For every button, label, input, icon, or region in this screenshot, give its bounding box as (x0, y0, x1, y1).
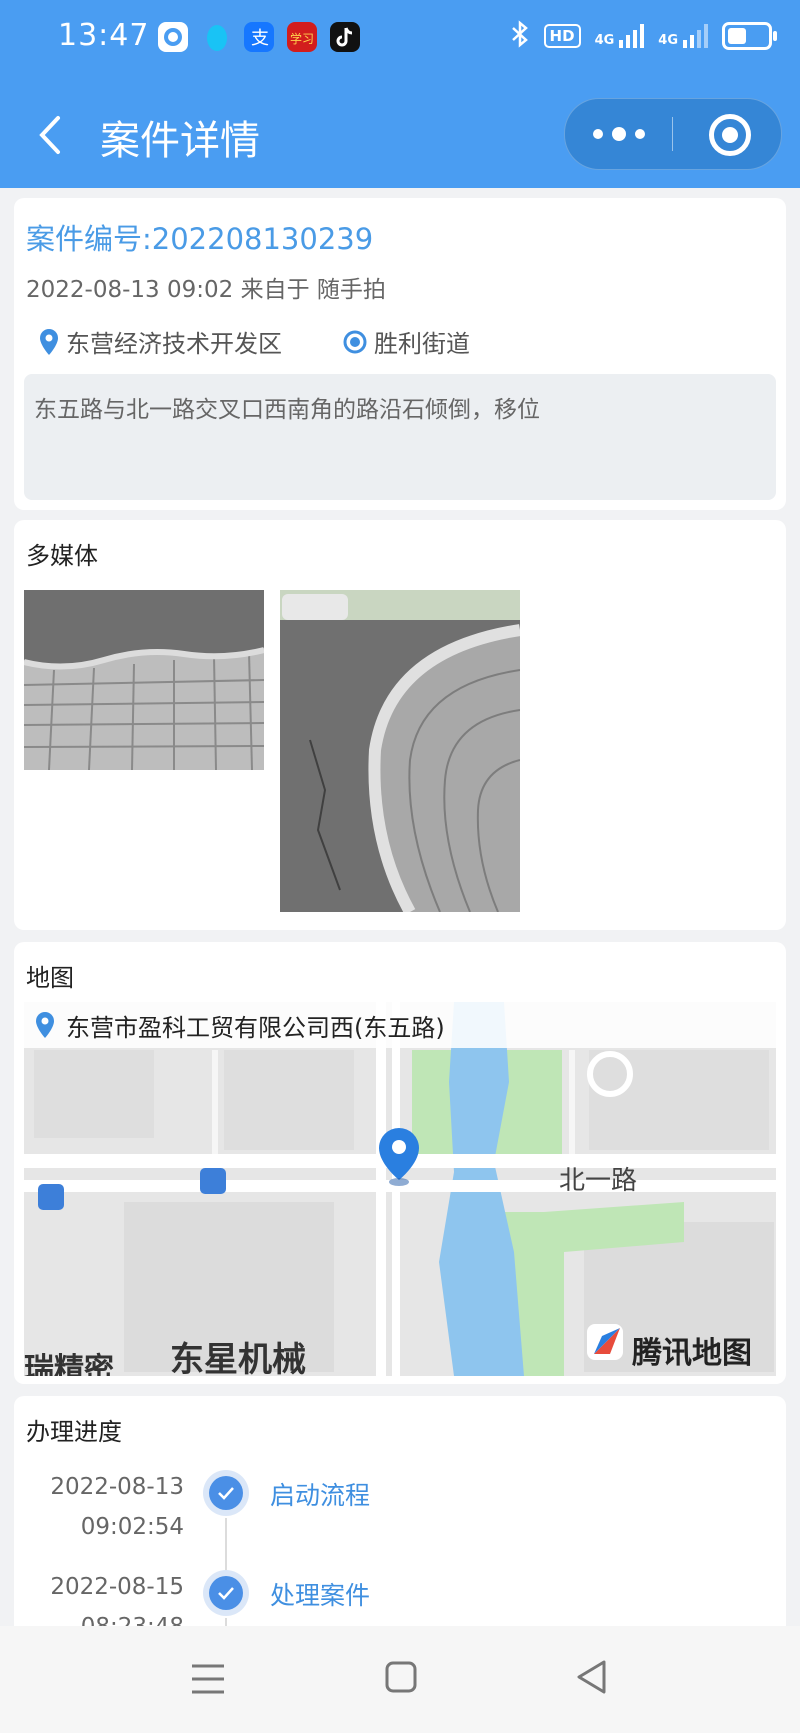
hd-icon: HD (543, 24, 581, 48)
media-title: 多媒体 (26, 542, 98, 570)
place-label: 东星机械 (170, 1340, 306, 1376)
step-label: 启动流程 (270, 1481, 371, 1510)
tiktok-icon (330, 22, 360, 52)
timeline-line (225, 1518, 227, 1578)
more-dots-icon[interactable] (593, 123, 653, 145)
signal-label: 4G (658, 33, 678, 48)
case-meta: 2022-08-13 09:02 来自于 随手拍 (26, 277, 386, 303)
status-bar: 13:47 支 学习 HD 4G 4G (0, 0, 800, 80)
map-address: 东营市盈科工贸有限公司西(东五路) (66, 1013, 445, 1042)
target-icon (343, 330, 367, 353)
signal-icon: 4G (595, 24, 645, 48)
alipay-icon: 支 (244, 22, 274, 52)
svg-text:学习: 学习 (290, 31, 314, 46)
description-box: 东五路与北一路交叉口西南角的路沿石倾倒，移位 (24, 374, 776, 500)
record-circle-icon[interactable] (709, 114, 751, 156)
check-icon (209, 1576, 243, 1610)
top-header: 13:47 支 学习 HD 4G 4G 案件详情 (0, 0, 800, 188)
home-square-icon[interactable] (384, 1660, 418, 1698)
progress-title: 办理进度 (26, 1418, 122, 1446)
mini-program-capsule (564, 98, 782, 170)
curb-photo-2[interactable] (280, 590, 520, 912)
back-button[interactable] (30, 110, 70, 160)
step-time: 09:02:54 (80, 1514, 184, 1540)
curb-photo-1[interactable] (24, 590, 264, 770)
road-label: 北一路 (559, 1166, 638, 1196)
bluetooth-icon (510, 20, 530, 52)
location-pin-icon (36, 1012, 54, 1038)
location-pin-icon (40, 328, 58, 355)
case-info-card: 案件编号:202208130239 2022-08-13 09:02 来自于 随… (14, 198, 786, 510)
qq-icon (158, 22, 188, 52)
signal-label: 4G (594, 33, 615, 48)
step-date: 2022-08-13 (50, 1474, 184, 1500)
map-card: 地图 东营市盈科工贸有限公司西(东五路) 北一路 东星机械 瑞精密 腾讯地图 (14, 942, 786, 1384)
district-location: 东营经济技术开发区 (38, 324, 282, 359)
page-title: 案件详情 (100, 118, 260, 164)
place-label-2: 瑞精密 (24, 1352, 114, 1376)
xuexi-icon: 学习 (287, 22, 317, 52)
status-right-group: HD 4G 4G (510, 20, 777, 52)
step-date: 2022-08-15 (50, 1574, 184, 1600)
step-label: 处理案件 (270, 1581, 371, 1610)
back-triangle-icon[interactable] (574, 1658, 608, 1700)
status-time: 13:47 (58, 18, 150, 53)
media-card: 多媒体 (14, 520, 786, 930)
map-canvas (24, 1002, 776, 1376)
svg-text:支: 支 (251, 28, 269, 49)
check-icon (209, 1476, 243, 1510)
capsule-divider (672, 117, 673, 151)
map-view[interactable]: 东营市盈科工贸有限公司西(东五路) 北一路 东星机械 瑞精密 腾讯地图 (24, 1002, 776, 1376)
street-location: 胜利街道 (342, 324, 470, 359)
case-description: 东五路与北一路交叉口西南角的路沿石倾倒，移位 (34, 397, 540, 423)
battery-icon (722, 22, 777, 50)
menu-icon[interactable] (190, 1662, 226, 1700)
progress-card: 办理进度 2022-08-13 09:02:54 启动流程 2022-08-15… (14, 1396, 786, 1636)
chevron-left-icon (39, 116, 60, 154)
qq-browser-icon (202, 22, 232, 52)
case-number: 案件编号:202208130239 (26, 222, 374, 256)
system-nav-bar (0, 1626, 800, 1733)
map-watermark: 腾讯地图 (632, 1336, 752, 1371)
map-address-bar: 东营市盈科工贸有限公司西(东五路) (24, 1002, 776, 1048)
street-text: 胜利街道 (374, 330, 470, 358)
map-title: 地图 (26, 964, 74, 992)
district-text: 东营经济技术开发区 (66, 330, 282, 358)
signal-icon-2: 4G (658, 24, 708, 48)
